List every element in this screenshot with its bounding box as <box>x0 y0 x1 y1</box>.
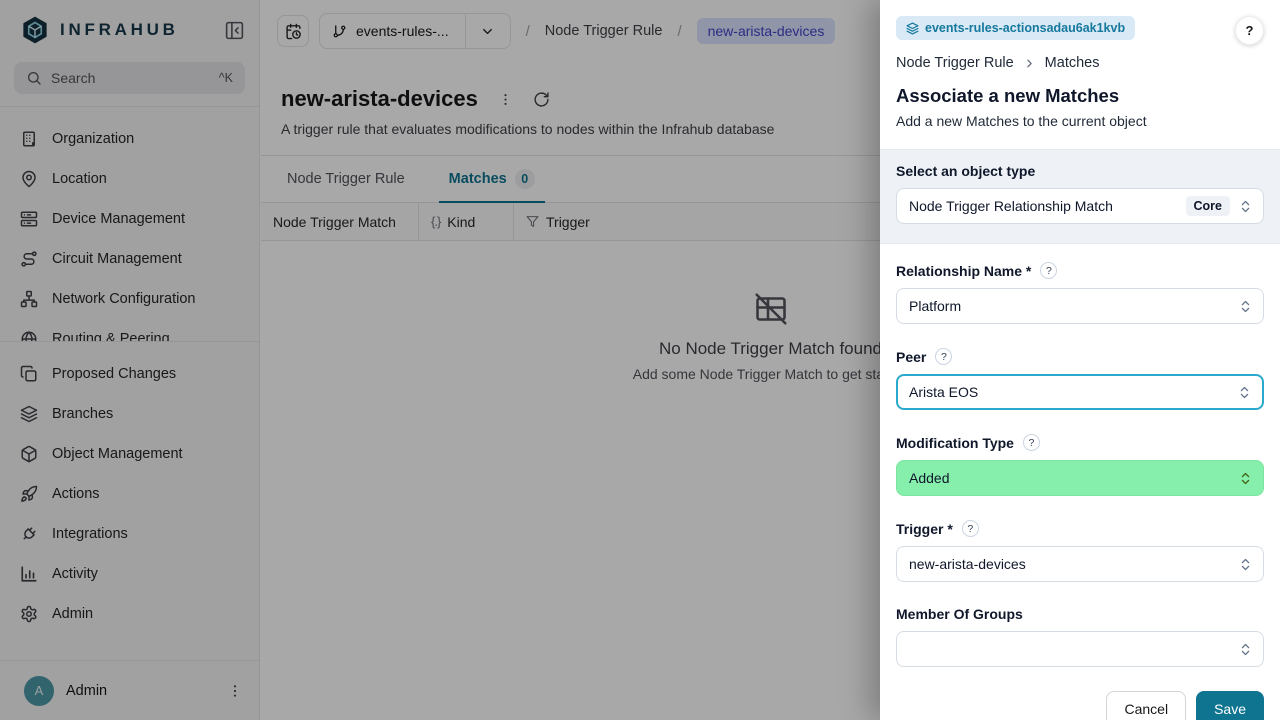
associate-matches-drawer: events-rules-actionsadau6ak1kvb ? Node T… <box>880 0 1280 720</box>
chevron-right-icon <box>1023 57 1036 70</box>
drawer-title: Associate a new Matches <box>896 85 1264 107</box>
field-relationship-name: Relationship Name * ? Platform <box>896 262 1264 324</box>
layers-icon <box>906 22 919 35</box>
field-modification-type: Modification Type ? Added <box>896 434 1264 496</box>
drawer-subtitle: Add a new Matches to the current object <box>896 113 1264 129</box>
modification-type-select[interactable]: Added <box>896 460 1264 496</box>
help-icon[interactable]: ? <box>1023 434 1040 451</box>
chevrons-up-down-icon <box>1237 385 1252 400</box>
drawer-overlay[interactable] <box>0 0 880 720</box>
relationship-name-select[interactable]: Platform <box>896 288 1264 324</box>
object-type-label: Select an object type <box>896 163 1264 179</box>
save-button[interactable]: Save <box>1196 691 1264 720</box>
drawer-breadcrumb: Node Trigger Rule Matches <box>896 55 1264 71</box>
field-peer: Peer ? Arista EOS <box>896 348 1264 410</box>
core-badge: Core <box>1186 196 1230 216</box>
field-member-of-groups: Member Of Groups <box>896 606 1264 667</box>
chevrons-up-down-icon <box>1238 199 1253 214</box>
chevrons-up-down-icon <box>1238 471 1253 486</box>
help-button[interactable]: ? <box>1235 16 1264 45</box>
chevrons-up-down-icon <box>1238 642 1253 657</box>
help-icon[interactable]: ? <box>962 520 979 537</box>
trigger-select[interactable]: new-arista-devices <box>896 546 1264 582</box>
object-type-select[interactable]: Node Trigger Relationship Match Core <box>896 188 1264 224</box>
drawer-form: Relationship Name * ? Platform Peer ? Ar… <box>880 244 1280 691</box>
drawer-header: events-rules-actionsadau6ak1kvb ? Node T… <box>880 0 1280 149</box>
help-icon[interactable]: ? <box>1040 262 1057 279</box>
drawer-footer: Cancel Save <box>880 691 1280 720</box>
app-window: INFRAHUB Search ^K Organization <box>0 0 1280 720</box>
chevrons-up-down-icon <box>1238 557 1253 572</box>
object-type-section: Select an object type Node Trigger Relat… <box>880 149 1280 244</box>
branch-badge: events-rules-actionsadau6ak1kvb <box>896 16 1135 40</box>
help-icon[interactable]: ? <box>935 348 952 365</box>
field-trigger: Trigger * ? new-arista-devices <box>896 520 1264 582</box>
member-of-groups-select[interactable] <box>896 631 1264 667</box>
chevrons-up-down-icon <box>1238 299 1253 314</box>
cancel-button[interactable]: Cancel <box>1106 691 1186 720</box>
peer-select[interactable]: Arista EOS <box>896 374 1264 410</box>
